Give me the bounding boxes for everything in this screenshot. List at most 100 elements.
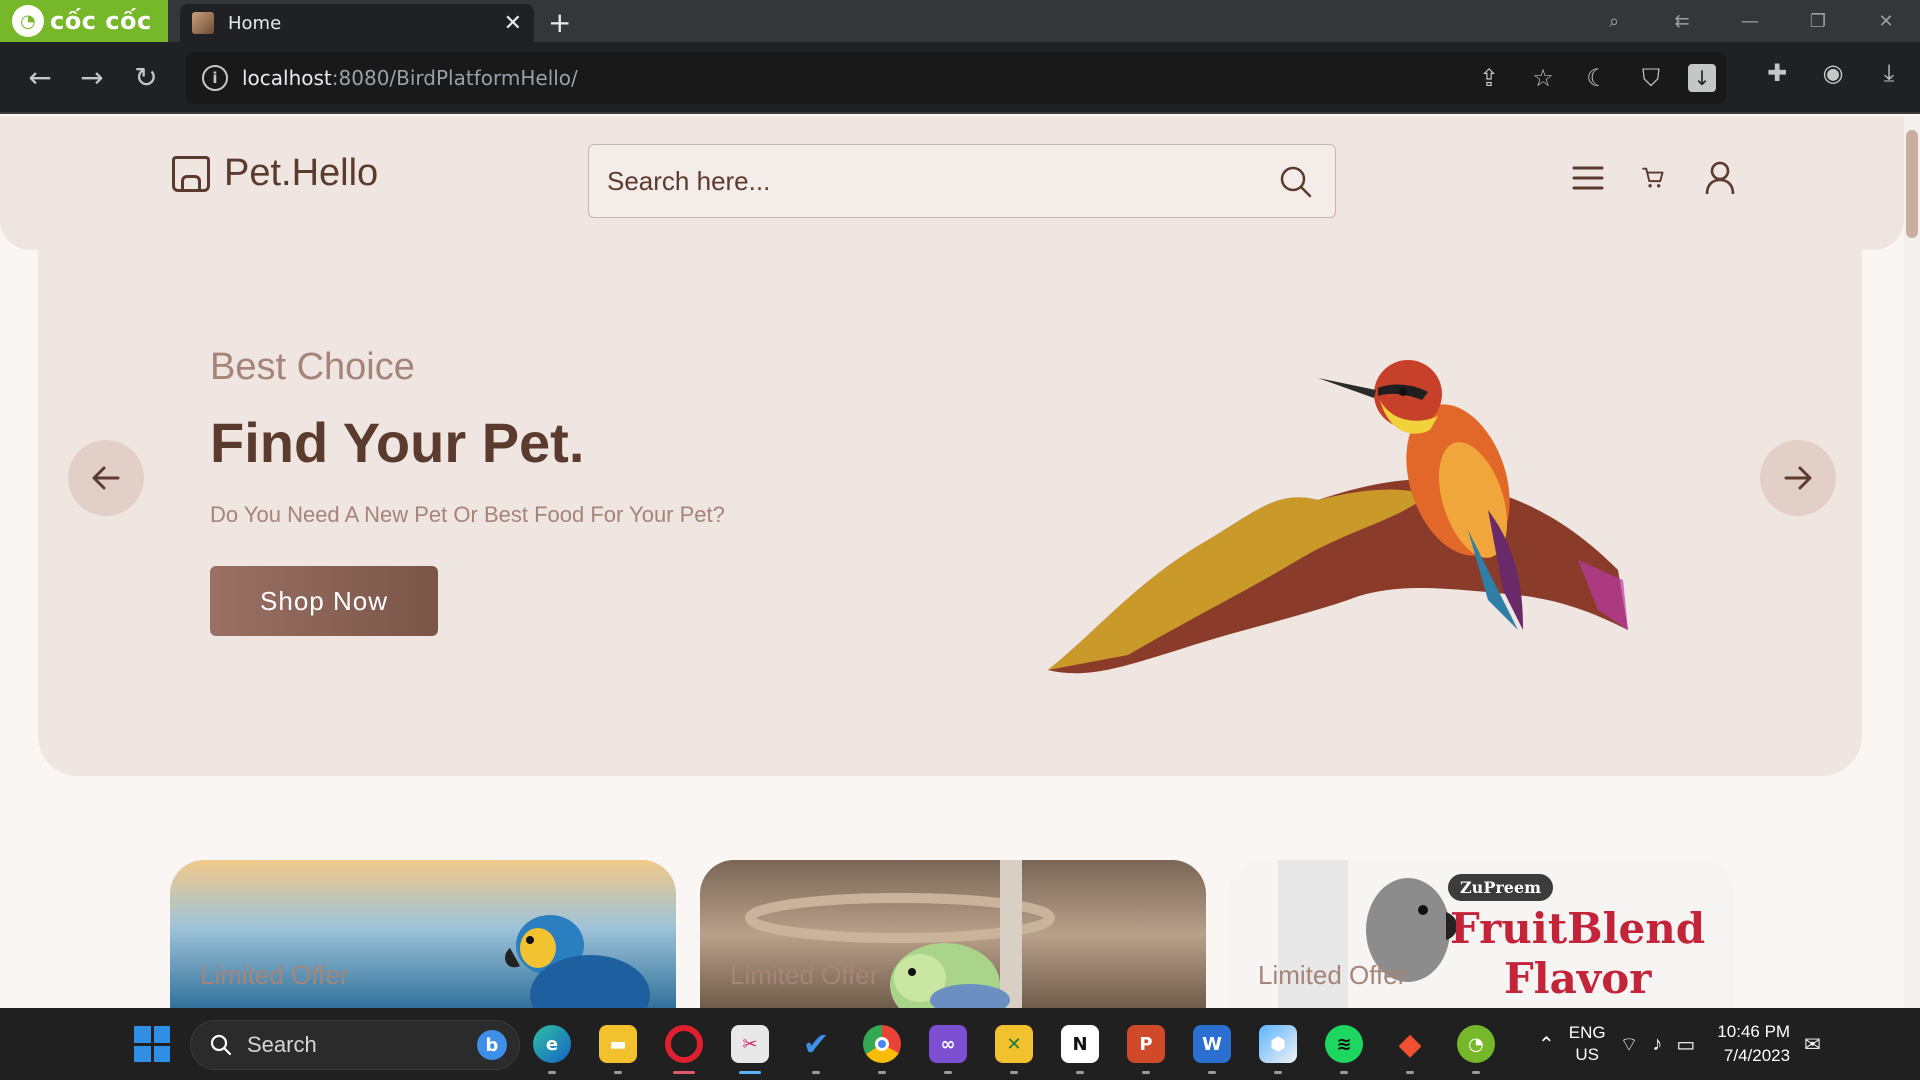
hero-banner: Best Choice Find Your Pet. Do You Need A… — [38, 250, 1862, 776]
screen-search-icon[interactable]: ⌕ — [1580, 11, 1648, 32]
offer-card[interactable]: ZuPreem FruitBlend Flavor Limited Offer — [1228, 860, 1734, 1008]
hero-description: Do You Need A New Pet Or Best Food For Y… — [210, 502, 725, 527]
windows-taskbar: Search b e ▬ ✂ ✔ ∞ ✕ N P W ⬢ ≋ ◆ ◔ ⌃ ENG… — [0, 1008, 1920, 1080]
header-actions — [1570, 160, 1738, 196]
product-name: FruitBlend Flavor — [1450, 904, 1705, 1004]
url-path: :8080/BirdPlatformHello/ — [331, 66, 578, 90]
taskbar-search[interactable]: Search b — [190, 1020, 520, 1070]
clock[interactable]: 10:46 PM 7/4/2023 — [1717, 1020, 1790, 1068]
visual-studio-icon[interactable]: ∞ — [926, 1018, 970, 1074]
site-search — [588, 144, 1336, 218]
download-box-icon[interactable]: ↓ — [1688, 64, 1716, 92]
offer-label: Limited Offer — [200, 960, 349, 990]
browser-brand-name: cốc cốc — [50, 7, 152, 35]
web-page: Pet.Hello Search here... Best Choice Fin… — [0, 116, 1904, 1008]
close-tab-icon[interactable]: ✕ — [504, 11, 522, 36]
carousel-prev-button[interactable] — [68, 440, 144, 516]
restore-button[interactable]: ❐ — [1784, 11, 1852, 32]
toolbar-right-icons: ✚ ◉ ⤓ — [1760, 56, 1906, 90]
user-account-icon[interactable] — [1702, 160, 1738, 196]
search-input[interactable] — [589, 145, 1335, 217]
profile-icon[interactable]: ◉ — [1816, 56, 1850, 90]
browser-brand[interactable]: ◔ cốc cốc — [0, 0, 168, 42]
store-icon — [172, 155, 210, 192]
page-scrollbar[interactable] — [1904, 116, 1920, 1008]
system-tray: ⌃ ENG US ⌔ ♪ ▭ 10:46 PM 7/4/2023 ✉ — [1538, 1008, 1821, 1080]
offer-card[interactable]: Limited Offer — [700, 860, 1206, 1008]
product-name-line1: FruitBlend — [1450, 904, 1706, 953]
coccoc-app-icon[interactable]: ◔ — [1454, 1018, 1498, 1074]
taskbar-search-label: Search — [247, 1032, 317, 1057]
coccoc-logo-icon: ◔ — [12, 5, 44, 37]
windows-start-icon[interactable] — [134, 1026, 170, 1062]
bookmark-star-icon[interactable]: ☆ — [1526, 61, 1560, 95]
notion-app-icon[interactable]: N — [1058, 1018, 1102, 1074]
offer-label: Limited Offer — [1258, 960, 1407, 990]
site-header: Pet.Hello — [0, 116, 1904, 250]
share-icon[interactable]: ⇪ — [1472, 61, 1506, 95]
spotify-app-icon[interactable]: ≋ — [1322, 1018, 1366, 1074]
address-bar-actions: ⇪ ☆ ☾ ⛉ ↓ — [1472, 52, 1726, 104]
arrow-right-icon — [1784, 466, 1812, 490]
word-app-icon[interactable]: W — [1190, 1018, 1234, 1074]
snipping-tool-icon[interactable]: ✂ — [728, 1018, 772, 1074]
menu-hamburger-icon[interactable] — [1570, 160, 1606, 196]
scrollbar-thumb[interactable] — [1906, 130, 1918, 238]
site-logo-text: Pet.Hello — [224, 152, 379, 194]
search-icon — [210, 1034, 232, 1056]
address-bar[interactable]: i localhost :8080/BirdPlatformHello/ ⇪ ☆… — [186, 52, 1726, 104]
cart-icon[interactable] — [1640, 164, 1668, 192]
powerpoint-app-icon[interactable]: P — [1124, 1018, 1168, 1074]
shop-now-button[interactable]: Shop Now — [210, 566, 438, 636]
chevron-up-icon[interactable]: ⌃ — [1538, 1032, 1555, 1057]
language-code: ENG — [1568, 1023, 1606, 1042]
forward-arrow-icon[interactable]: → — [74, 60, 110, 96]
tab-title: Home — [228, 12, 282, 34]
window-controls: ⌕ ⇇ — ❐ ✕ — [1580, 0, 1920, 42]
bird-on-branch-image — [1048, 360, 1628, 674]
opera-app-icon[interactable] — [662, 1018, 706, 1074]
carousel-next-button[interactable] — [1760, 440, 1836, 516]
clock-date: 7/4/2023 — [1723, 1046, 1791, 1065]
edge-app-icon[interactable]: e — [530, 1018, 574, 1074]
adblock-shield-icon[interactable]: ⛉ — [1634, 61, 1668, 95]
clock-time: 10:46 PM — [1717, 1022, 1791, 1041]
offers-section: Limited Offer Limited Offer ZuPreem Frui… — [170, 860, 1736, 1008]
macaw-image — [505, 915, 650, 1008]
offer-card[interactable]: Limited Offer — [170, 860, 676, 1008]
excel-like-app-icon[interactable]: ✕ — [992, 1018, 1036, 1074]
new-tab-button[interactable]: + — [548, 6, 571, 39]
bird-favicon-icon — [192, 12, 214, 34]
taskbar-apps: e ▬ ✂ ✔ ∞ ✕ N P W ⬢ ≋ ◆ ◔ — [530, 1018, 1498, 1074]
minimize-button[interactable]: — — [1716, 11, 1784, 32]
url-host: localhost — [242, 66, 332, 90]
downloads-icon[interactable]: ⤓ — [1872, 56, 1906, 90]
battery-icon[interactable]: ▭ — [1676, 1032, 1695, 1057]
browser-toolbar: ← → ↻ i localhost :8080/BirdPlatformHell… — [0, 42, 1920, 114]
chrome-app-icon[interactable] — [860, 1018, 904, 1074]
notification-icon[interactable]: ✉ — [1804, 1032, 1821, 1057]
volume-icon[interactable]: ♪ — [1652, 1033, 1662, 1056]
back-arrow-icon[interactable]: ← — [22, 60, 58, 96]
language-indicator[interactable]: ENG US — [1569, 1022, 1606, 1066]
site-logo[interactable]: Pet.Hello — [172, 152, 378, 195]
file-explorer-icon[interactable]: ▬ — [596, 1018, 640, 1074]
browser-tab-bar: ◔ cốc cốc Home ✕ + ⌕ ⇇ — ❐ ✕ — [0, 0, 1920, 42]
product-brand-label: ZuPreem — [1448, 874, 1554, 901]
git-app-icon[interactable]: ◆ — [1388, 1018, 1432, 1074]
offer-label: Limited Offer — [730, 960, 879, 990]
site-info-icon[interactable]: i — [202, 65, 228, 91]
hero-subtitle: Best Choice — [210, 346, 415, 388]
product-name-line2: Flavor — [1503, 954, 1652, 1003]
sidebar-toggle-icon[interactable]: ⇇ — [1648, 11, 1716, 32]
dark-mode-moon-icon[interactable]: ☾ — [1580, 61, 1614, 95]
reload-icon[interactable]: ↻ — [128, 60, 164, 96]
todo-app-icon[interactable]: ✔ — [794, 1018, 838, 1074]
extensions-puzzle-icon[interactable]: ✚ — [1760, 56, 1794, 90]
cube-app-icon[interactable]: ⬢ — [1256, 1018, 1300, 1074]
search-icon[interactable] — [1279, 165, 1313, 199]
tab-home[interactable]: Home ✕ — [180, 4, 534, 42]
close-window-button[interactable]: ✕ — [1852, 11, 1920, 32]
wifi-icon[interactable]: ⌔ — [1620, 1032, 1639, 1057]
hero-title: Find Your Pet. — [210, 411, 585, 474]
